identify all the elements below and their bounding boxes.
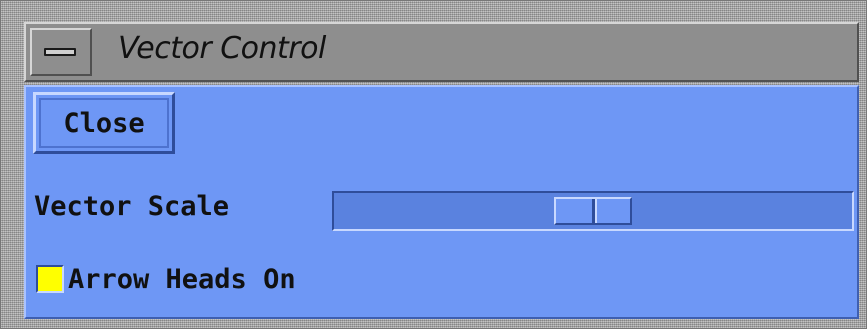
close-button[interactable]: Close [33,92,175,154]
vector-control-window: Vector Control Close Vector Scale Arrow … [0,0,867,329]
vector-scale-slider-thumb[interactable] [554,197,632,225]
window-menu-icon [44,48,76,56]
slider-thumb-grip [592,199,597,223]
window-menu-button[interactable] [30,28,92,76]
vector-scale-label: Vector Scale [34,191,230,222]
window-title: Vector Control [118,31,326,66]
arrow-heads-toggle[interactable]: Arrow Heads On [36,259,296,299]
vector-scale-slider[interactable] [332,191,854,231]
arrow-heads-checkbox[interactable] [36,265,64,293]
arrow-heads-label: Arrow Heads On [68,263,296,295]
title-bar[interactable]: Vector Control [24,22,859,82]
vector-control-panel: Close Vector Scale Arrow Heads On [24,85,859,319]
